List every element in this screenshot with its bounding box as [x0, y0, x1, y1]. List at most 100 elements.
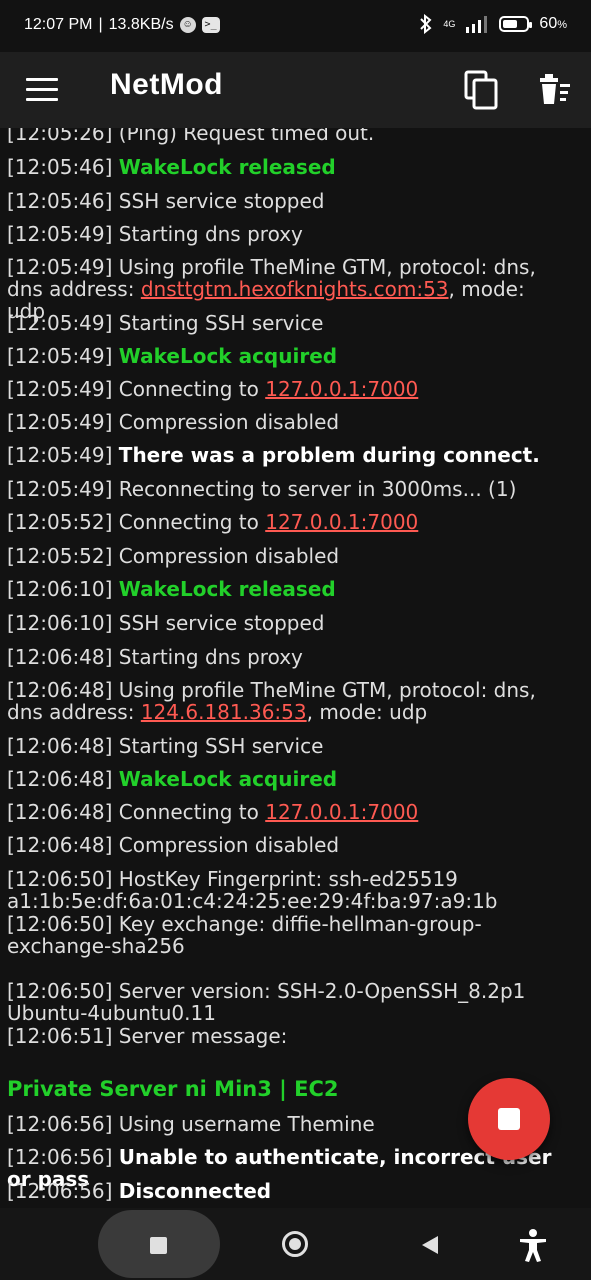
app-notification-icon: ☺ — [179, 17, 196, 33]
status-divider: | — [98, 16, 103, 33]
log-timestamp: [12:06:48] — [7, 645, 113, 669]
home-icon[interactable] — [282, 1231, 308, 1257]
log-timestamp: [12:06:50] — [7, 912, 113, 936]
log-entry: [12:05:49] WakeLock acquired — [7, 345, 567, 367]
log-message: Reconnecting to server in 3000ms... (1) — [118, 477, 517, 501]
recents-icon — [150, 1237, 167, 1254]
log-entry: [12:06:50] HostKey Fingerprint: ssh-ed25… — [7, 868, 567, 912]
bluetooth-icon — [420, 14, 432, 34]
back-icon[interactable] — [420, 1234, 440, 1256]
log-message: SSH service stopped — [118, 189, 325, 213]
log-message: Connecting to — [118, 800, 266, 824]
log-view[interactable]: [12:05:26] (Ping) Request timed out. [12:… — [0, 128, 591, 1208]
battery-icon — [499, 16, 533, 32]
log-timestamp: [12:06:10] — [7, 577, 113, 601]
log-entry: [12:05:49] There was a problem during co… — [7, 444, 567, 466]
log-entry: [12:06:48] Starting SSH service — [7, 735, 567, 757]
log-address-link[interactable]: dnsttgtm.hexofknights.com:53 — [141, 277, 449, 301]
log-message: WakeLock released — [118, 577, 336, 601]
log-message: WakeLock acquired — [118, 344, 338, 368]
log-address-link[interactable]: 127.0.0.1:7000 — [265, 800, 418, 824]
log-message: Starting dns proxy — [118, 222, 303, 246]
log-entry: [12:06:48] WakeLock acquired — [7, 768, 567, 790]
status-time: 12:07 PM — [24, 16, 93, 33]
log-address-link[interactable]: 124.6.181.36:53 — [141, 700, 307, 724]
log-message: Starting SSH service — [118, 311, 324, 335]
log-entry: [12:06:48] Starting dns proxy — [7, 646, 567, 668]
log-timestamp: [12:06:56] — [7, 1179, 113, 1203]
recents-button[interactable] — [98, 1210, 220, 1278]
system-nav-bar — [0, 1208, 591, 1280]
status-bar: 12:07 PM | 13.8KB/s ☺ >_ 4G 60% — [0, 0, 591, 52]
log-message: WakeLock released — [118, 155, 336, 179]
log-entry: [12:06:10] SSH service stopped — [7, 612, 567, 634]
stop-icon — [498, 1108, 520, 1130]
log-entry: [12:06:50] Server version: SSH-2.0-OpenS… — [7, 980, 567, 1024]
log-message: Compression disabled — [118, 833, 340, 857]
log-entry: [12:06:48] Connecting to 127.0.0.1:7000 — [7, 801, 567, 823]
log-message: There was a problem during connect. — [118, 443, 540, 467]
log-entry: [12:05:49] Starting SSH service — [7, 312, 567, 334]
terminal-notification-icon: >_ — [201, 17, 220, 33]
menu-icon[interactable] — [26, 78, 58, 102]
log-timestamp: [12:05:26] — [7, 128, 113, 145]
log-timestamp: [12:05:49] — [7, 477, 113, 501]
stop-button[interactable] — [468, 1078, 550, 1160]
log-timestamp: [12:05:49] — [7, 222, 113, 246]
log-timestamp: [12:05:49] — [7, 377, 113, 401]
log-timestamp: [12:06:50] — [7, 979, 113, 1003]
log-entry: [12:05:49] Starting dns proxy — [7, 223, 567, 245]
server-banner-message: Private Server ni Min3 | EC2 — [7, 1077, 339, 1101]
log-entry: [12:06:50] Key exchange: diffie-hellman-… — [7, 913, 567, 957]
log-timestamp: [12:05:46] — [7, 189, 113, 213]
accessibility-icon[interactable] — [518, 1228, 548, 1262]
log-timestamp: [12:06:50] — [7, 867, 113, 891]
log-entry: [12:05:49] Connecting to 127.0.0.1:7000 — [7, 378, 567, 400]
log-entry: [12:05:49] Reconnecting to server in 300… — [7, 478, 567, 500]
log-entry: [12:05:46] WakeLock released — [7, 156, 567, 178]
log-message: Disconnected — [118, 1179, 272, 1203]
log-timestamp: [12:05:49] — [7, 410, 113, 434]
log-message: Server message: — [118, 1024, 288, 1048]
log-timestamp: [12:05:49] — [7, 311, 113, 335]
log-address-link[interactable]: 127.0.0.1:7000 — [265, 510, 418, 534]
log-timestamp: [12:06:48] — [7, 734, 113, 758]
log-message: Connecting to — [118, 377, 266, 401]
log-message: Using username Themine — [118, 1112, 375, 1136]
log-entry: [12:06:56] Disconnected — [7, 1180, 567, 1202]
log-message: Compression disabled — [118, 544, 340, 568]
log-timestamp: [12:06:48] — [7, 767, 113, 791]
log-timestamp: [12:05:49] — [7, 443, 113, 467]
status-right: 4G 60% — [419, 14, 567, 34]
log-address-link[interactable]: 127.0.0.1:7000 — [265, 377, 418, 401]
log-message: Connecting to — [118, 510, 266, 534]
log-timestamp: [12:06:10] — [7, 611, 113, 635]
battery-fill — [503, 20, 517, 28]
log-message: Compression disabled — [118, 410, 340, 434]
log-entry: [12:05:49] Compression disabled — [7, 411, 567, 433]
clear-log-icon[interactable] — [536, 70, 574, 110]
battery-percent: 60% — [539, 15, 567, 32]
log-timestamp: [12:05:52] — [7, 510, 113, 534]
log-message: (Ping) Request timed out. — [118, 128, 375, 145]
signal-icon — [466, 16, 488, 33]
log-entry: [12:06:48] Using profile TheMine GTM, pr… — [7, 679, 567, 723]
status-left: 12:07 PM | 13.8KB/s ☺ >_ — [24, 16, 220, 34]
app-bar: NetMod — [0, 52, 591, 128]
log-entry: [12:06:10] WakeLock released — [7, 578, 567, 600]
status-net-speed: 13.8KB/s — [108, 16, 174, 33]
log-entry: [12:05:46] SSH service stopped — [7, 190, 567, 212]
log-entry: [12:05:26] (Ping) Request timed out. — [7, 128, 567, 144]
log-timestamp: [12:05:49] — [7, 344, 113, 368]
log-timestamp: [12:06:51] — [7, 1024, 113, 1048]
log-timestamp: [12:06:48] — [7, 800, 113, 824]
log-entry: [12:06:51] Server message: — [7, 1025, 567, 1047]
log-entry: [12:05:52] Compression disabled — [7, 545, 567, 567]
log-timestamp: [12:05:49] — [7, 255, 113, 279]
log-timestamp: [12:06:56] — [7, 1112, 113, 1136]
log-timestamp: [12:06:48] — [7, 678, 113, 702]
copy-icon[interactable] — [462, 70, 500, 110]
log-timestamp: [12:05:46] — [7, 155, 113, 179]
log-message: Starting SSH service — [118, 734, 324, 758]
log-timestamp: [12:05:52] — [7, 544, 113, 568]
